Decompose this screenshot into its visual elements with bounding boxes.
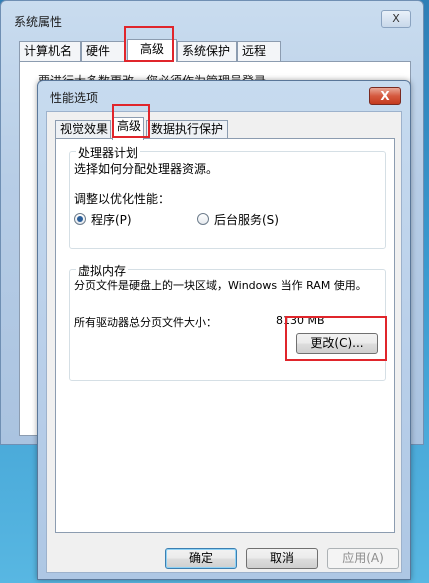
- dialog-title: 性能选项: [50, 91, 99, 105]
- total-paging-value: 8130 MB: [276, 314, 325, 327]
- virtual-memory-legend: 虚拟内存: [76, 262, 129, 279]
- processor-scheduling-legend: 处理器计划: [76, 144, 141, 161]
- advanced-panel: 处理器计划 选择如何分配处理器资源。 调整以优化性能： 程序(P) 后台服务(S…: [55, 138, 395, 533]
- close-icon[interactable]: X: [381, 10, 411, 28]
- tab-advanced[interactable]: 高级: [112, 117, 144, 140]
- processor-scheduling-group: 处理器计划 选择如何分配处理器资源。 调整以优化性能： 程序(P) 后台服务(S…: [69, 144, 386, 249]
- tab-data-execution-prevention[interactable]: 数据执行保护: [146, 120, 228, 139]
- tab-visual-effects[interactable]: 视觉效果: [55, 120, 111, 139]
- radio-background-services[interactable]: [197, 213, 209, 225]
- system-properties-title: 系统属性: [14, 15, 63, 29]
- change-virtual-memory-button[interactable]: 更改(C)...: [296, 333, 378, 354]
- tab-hardware[interactable]: 硬件: [81, 41, 125, 61]
- virtual-memory-group: 虚拟内存 分页文件是硬盘上的一块区域，Windows 当作 RAM 使用。 所有…: [69, 262, 386, 381]
- tab-remote[interactable]: 远程: [237, 41, 281, 61]
- virtual-memory-desc: 分页文件是硬盘上的一块区域，Windows 当作 RAM 使用。: [74, 279, 367, 292]
- performance-options-dialog: 性能选项 X 视觉效果 高级 数据执行保护 处理器计划 选择如何分配处理器资源。…: [37, 80, 411, 580]
- ok-button[interactable]: 确定: [165, 548, 237, 569]
- cancel-button[interactable]: 取消: [246, 548, 318, 569]
- total-paging-label: 所有驱动器总分页文件大小：: [74, 316, 217, 329]
- dialog-body: 视觉效果 高级 数据执行保护 处理器计划 选择如何分配处理器资源。 调整以优化性…: [46, 111, 402, 573]
- tab-computer-name[interactable]: 计算机名: [19, 41, 81, 61]
- processor-desc: 选择如何分配处理器资源。: [74, 162, 219, 176]
- tab-advanced[interactable]: 高级: [127, 39, 177, 62]
- adjust-label: 调整以优化性能：: [74, 192, 171, 206]
- apply-button: 应用(A): [327, 548, 399, 569]
- radio-programs[interactable]: [74, 213, 86, 225]
- close-icon[interactable]: X: [369, 87, 401, 105]
- radio-programs-label[interactable]: 程序(P): [91, 211, 132, 228]
- radio-background-services-label[interactable]: 后台服务(S): [214, 211, 279, 228]
- tab-system-protection[interactable]: 系统保护: [177, 41, 237, 61]
